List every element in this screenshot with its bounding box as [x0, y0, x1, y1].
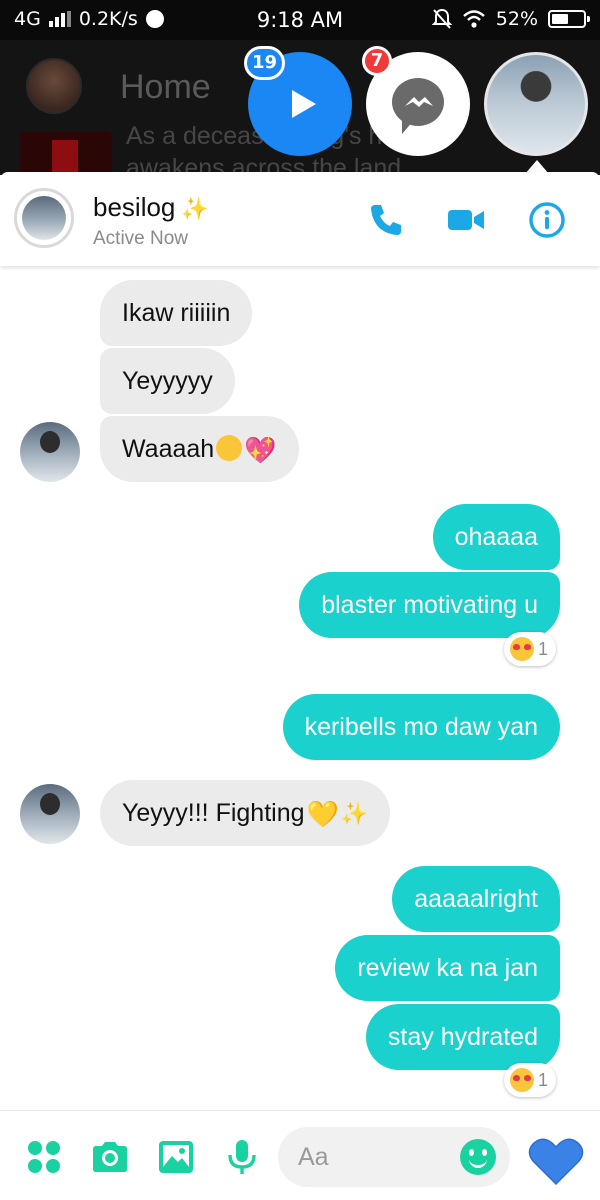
contact-avatar[interactable] [14, 188, 74, 248]
mute-bell-icon [431, 8, 452, 29]
play-icon [292, 90, 316, 118]
contact-avatar-small[interactable] [20, 422, 80, 482]
chat-header: besilog ✨ Active Now [0, 172, 600, 266]
contact-chat-head[interactable] [484, 52, 588, 156]
message-bubble[interactable]: review ka na jan [335, 935, 560, 1001]
message-text: keribells mo daw yan [304, 713, 538, 741]
message-text: aaaaalright [414, 885, 538, 913]
message-text: Waaaah [122, 435, 215, 463]
messenger-chat-head[interactable]: 7 [362, 46, 470, 156]
contact-name[interactable]: besilog ✨ [93, 192, 209, 223]
battery-percent: 52% [495, 8, 538, 30]
message-text: stay hydrated [387, 1023, 538, 1051]
message-text: review ka na jan [357, 954, 538, 982]
message-bubble[interactable]: Ikaw riiiiin [100, 280, 253, 346]
message-text: ohaaaa [454, 523, 538, 551]
reaction-badge[interactable]: 1 [504, 1063, 557, 1097]
message-bubble[interactable]: aaaaalright [392, 866, 560, 932]
more-actions-icon[interactable] [24, 1137, 64, 1177]
message-bubble[interactable]: Yeyyyyy [100, 348, 235, 414]
reaction-badge[interactable]: 1 [504, 632, 557, 666]
message-text: Ikaw riiiiin [122, 299, 231, 327]
play-badge: 19 [244, 46, 286, 80]
active-status: Active Now [93, 228, 189, 249]
messenger-badge: 7 [362, 46, 392, 76]
background-profile-avatar [26, 58, 82, 114]
message-text: Yeyyyyy [122, 367, 213, 395]
message-bubble[interactable]: blaster motivating u [299, 572, 560, 638]
message-bubble[interactable]: ohaaaa [432, 504, 560, 570]
message-bubble[interactable]: stay hydrated [365, 1004, 560, 1070]
battery-icon [548, 10, 590, 28]
sparkles-emoji: ✨ [340, 801, 369, 827]
message-bubble[interactable]: Yeyyy!!! Fighting💛✨ [100, 780, 391, 846]
phone-icon[interactable] [366, 200, 406, 240]
reaction-count: 1 [538, 1069, 549, 1090]
messenger-bolt-icon [405, 97, 433, 107]
info-icon[interactable] [527, 200, 567, 240]
yellow-heart-emoji: 💛 [306, 799, 339, 830]
message-bubble[interactable]: keribells mo daw yan [282, 694, 560, 760]
background-thumbnail [20, 132, 112, 175]
microphone-icon[interactable] [222, 1137, 262, 1177]
message-input-placeholder: Aa [298, 1143, 329, 1171]
contact-avatar-small[interactable] [20, 784, 80, 844]
camera-icon[interactable] [90, 1137, 130, 1177]
video-call-icon[interactable] [446, 200, 486, 240]
wifi-icon [462, 10, 485, 28]
tired-face-emoji [216, 435, 243, 462]
composer-bar: Aa [0, 1110, 600, 1200]
play-chat-head[interactable]: 19 [244, 46, 352, 156]
contact-name-text: besilog [93, 192, 176, 222]
message-text: blaster motivating u [321, 591, 538, 619]
emoji-icon[interactable] [460, 1139, 496, 1175]
battery-fill [552, 14, 568, 24]
heart-eyes-emoji [510, 1068, 534, 1092]
message-text: Yeyyy!!! Fighting [122, 799, 305, 827]
message-input[interactable]: Aa [278, 1127, 510, 1187]
sparkling-heart-emoji: 💖 [244, 435, 277, 466]
like-heart-button[interactable] [528, 1137, 584, 1187]
sparkles-emoji: ✨ [181, 196, 209, 221]
heart-eyes-emoji [510, 637, 534, 661]
gallery-icon[interactable] [156, 1137, 196, 1177]
status-bar: 4G 0.2K/s 9:18 AM 52% [0, 0, 600, 40]
background-home-title: Home [120, 68, 211, 106]
message-bubble[interactable]: Waaaah 💖 [100, 416, 299, 482]
reaction-count: 1 [538, 638, 549, 659]
